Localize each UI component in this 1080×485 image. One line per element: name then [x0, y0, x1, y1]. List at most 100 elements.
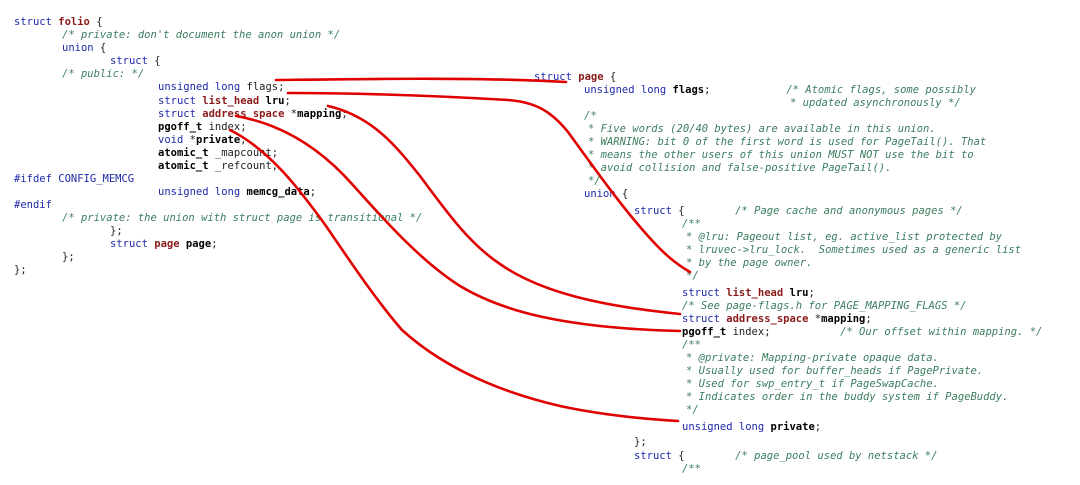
folio-union-open: union {: [62, 42, 106, 55]
code-token: ;: [284, 95, 291, 107]
code-token: _refcount;: [208, 160, 279, 172]
page-doc-line: * @lru: Pageout list, eg. active_list pr…: [686, 231, 1002, 244]
code-token: {: [89, 16, 103, 28]
connector-lru: [286, 91, 692, 274]
folio-endif: #endif: [14, 199, 52, 212]
code-token: pgoff_t: [158, 121, 203, 133]
folio-field-mapcount: atomic_t _mapcount;: [158, 147, 278, 160]
page-pool-struct-open: struct { /* page_pool used by netstack *…: [634, 450, 937, 463]
code-token: struct: [682, 313, 727, 325]
code-token: /* private: the union with struct page i…: [62, 212, 423, 224]
code-token: list_head: [202, 95, 260, 107]
code-token: union: [62, 42, 94, 54]
code-token: {: [603, 71, 617, 83]
folio-transitional-comment: /* private: the union with struct page i…: [62, 212, 422, 225]
code-token: unsigned long: [682, 421, 771, 433]
page-mapping-comment: /* See page-flags.h for PAGE_MAPPING_FLA…: [682, 300, 966, 313]
page-doc-line: * lruvec->lru_lock. Sometimes used as a …: [686, 244, 1021, 257]
code-token: flags: [672, 84, 705, 96]
code-token: */: [686, 270, 699, 282]
code-token: };: [14, 264, 27, 276]
code-token: folio: [58, 16, 90, 28]
folio-field-private: void *private;: [158, 134, 247, 147]
code-token: struct: [634, 205, 672, 217]
code-token: ;: [341, 108, 348, 120]
page-doc-line: * Indicates order in the buddy system if…: [686, 391, 1008, 404]
folio-inner-struct-open: struct {: [110, 55, 161, 68]
code-token: struct: [634, 450, 672, 462]
code-token: struct: [14, 16, 59, 28]
code-token: unsigned long: [158, 186, 247, 198]
code-token: {: [93, 42, 107, 54]
code-token: ;: [808, 287, 815, 299]
page-comment-line: * avoid collision and false-positive Pag…: [588, 162, 891, 175]
code-token: private: [195, 134, 241, 146]
page-struct-header: struct page {: [534, 71, 616, 84]
code-token: mapping: [297, 108, 342, 120]
code-token: };: [110, 225, 123, 237]
code-token: ;: [704, 84, 787, 96]
code-token: address_space: [726, 313, 809, 325]
code-token: ;: [814, 421, 822, 433]
code-token: /*: [584, 110, 597, 122]
code-token: void: [158, 134, 190, 146]
page-field-mapping: struct address_space *mapping;: [682, 313, 872, 326]
page-comment-line: * WARNING: bit 0 of the first word is us…: [588, 136, 986, 149]
code-token: /* Page cache and anonymous pages */: [735, 205, 963, 217]
code-token: struct: [110, 238, 155, 250]
code-token: /**: [682, 339, 701, 351]
page-flags-comment-cont: * updated asynchronously */: [790, 97, 961, 110]
code-token: #ifdef: [14, 173, 59, 185]
code-token: {: [671, 205, 736, 217]
code-token: {: [671, 450, 736, 462]
code-token: index;: [202, 121, 247, 133]
code-token: ;: [309, 186, 317, 198]
page-doc-line: * Used for swp_entry_t if PageSwapCache.: [686, 378, 939, 391]
page-field-flags: unsigned long flags; /* Atomic flags, so…: [584, 84, 976, 97]
code-token: struct: [158, 95, 203, 107]
page-comment-line: * Five words (20/40 bytes) are available…: [588, 123, 936, 136]
code-token: * Five words (20/40 bytes) are available…: [588, 123, 936, 135]
folio-private-comment: /* private: don't document the anon unio…: [62, 29, 340, 42]
code-token: /* See page-flags.h for PAGE_MAPPING_FLA…: [682, 300, 967, 312]
code-token: * avoid collision and false-positive Pag…: [588, 162, 892, 174]
page-comment-close: */: [588, 175, 601, 188]
code-token: ;: [865, 313, 872, 325]
page-doc-open: /**: [682, 218, 701, 231]
code-token: * updated asynchronously */: [790, 97, 961, 109]
code-token: * @private: Mapping-private opaque data.: [686, 352, 939, 364]
code-token: /**: [682, 218, 701, 230]
folio-field-memcg-data: unsigned long memcg_data;: [158, 186, 316, 199]
folio-struct-close: };: [14, 264, 27, 277]
page-doc-open: /**: [682, 339, 701, 352]
folio-union-close: };: [62, 251, 75, 264]
code-token: {: [147, 55, 161, 67]
code-token: * Used for swp_entry_t if PageSwapCache.: [686, 378, 939, 390]
code-token: ;: [240, 134, 247, 146]
folio-field-page: struct page page;: [110, 238, 218, 251]
code-token: unsigned long: [158, 81, 247, 93]
page-comment-line: * means the other users of this union MU…: [588, 149, 974, 162]
page-field-private: unsigned long private;: [682, 421, 821, 434]
code-token: page: [578, 71, 604, 83]
code-token: list_head: [726, 287, 784, 299]
code-token: atomic_t: [158, 160, 209, 172]
code-token: CONFIG_MEMCG: [58, 173, 135, 185]
code-token: {: [615, 188, 629, 200]
folio-public-comment: /* public: */: [62, 68, 144, 81]
page-doc-line: * Usually used for buffer_heads if PageP…: [686, 365, 983, 378]
page-field-index: pgoff_t index; /* Our offset within mapp…: [682, 326, 1042, 339]
code-token: atomic_t: [158, 147, 209, 159]
connector-flags: [274, 77, 568, 84]
code-token: * by the page owner.: [686, 257, 813, 269]
code-token: /* private: don't document the anon unio…: [62, 29, 341, 41]
page-cache-struct-close: };: [634, 436, 647, 449]
folio-field-mapping: struct address_space *mapping;: [158, 108, 348, 121]
code-token: pgoff_t: [682, 326, 727, 338]
folio-struct-header: struct folio {: [14, 16, 103, 29]
folio-field-refcount: atomic_t _refcount;: [158, 160, 278, 173]
code-token: /* page_pool used by netstack */: [735, 450, 938, 462]
code-token: unsigned long: [584, 84, 673, 96]
code-token: union: [584, 188, 616, 200]
code-token: /* public: */: [62, 68, 145, 80]
